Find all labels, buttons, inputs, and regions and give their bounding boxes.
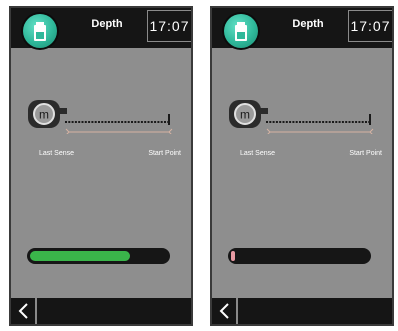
clock-display: 17:07 bbox=[348, 10, 392, 42]
chevron-left-icon bbox=[18, 303, 28, 319]
last-sense-label: Last Sense bbox=[240, 150, 276, 157]
start-point-label: Start Point bbox=[349, 150, 382, 157]
depth-progress-bar bbox=[228, 248, 371, 264]
tape-measure-icon: m bbox=[28, 100, 173, 134]
footer-bar bbox=[11, 298, 191, 324]
page-title: Depth bbox=[292, 18, 324, 30]
page-title: Depth bbox=[91, 18, 123, 30]
last-sense-label: Last Sense bbox=[39, 150, 75, 157]
chevron-left-icon bbox=[219, 303, 229, 319]
depth-screen-high: Depth 17:07 m Last Sense Start Point bbox=[9, 6, 193, 326]
depth-progress-fill bbox=[30, 251, 130, 261]
depth-progress-bar bbox=[27, 248, 170, 264]
tape-letter: m bbox=[240, 108, 250, 122]
back-button[interactable] bbox=[11, 298, 37, 324]
start-point-label: Start Point bbox=[148, 150, 181, 157]
footer-bar bbox=[212, 298, 392, 324]
app-root: Depth 17:07 m Last Sense Start Point Dep… bbox=[0, 0, 398, 331]
battery-logo-icon[interactable] bbox=[224, 14, 258, 48]
tape-letter: m bbox=[39, 108, 49, 122]
header-bar: Depth 17:07 bbox=[212, 8, 392, 48]
depth-screen-low: Depth 17:07 m Last Sense Start Point bbox=[210, 6, 394, 326]
clock-display: 17:07 bbox=[147, 10, 191, 42]
tape-measure-icon: m bbox=[229, 100, 374, 134]
header-bar: Depth 17:07 bbox=[11, 8, 191, 48]
depth-progress-fill bbox=[231, 251, 236, 261]
battery-logo-icon[interactable] bbox=[23, 14, 57, 48]
back-button[interactable] bbox=[212, 298, 238, 324]
